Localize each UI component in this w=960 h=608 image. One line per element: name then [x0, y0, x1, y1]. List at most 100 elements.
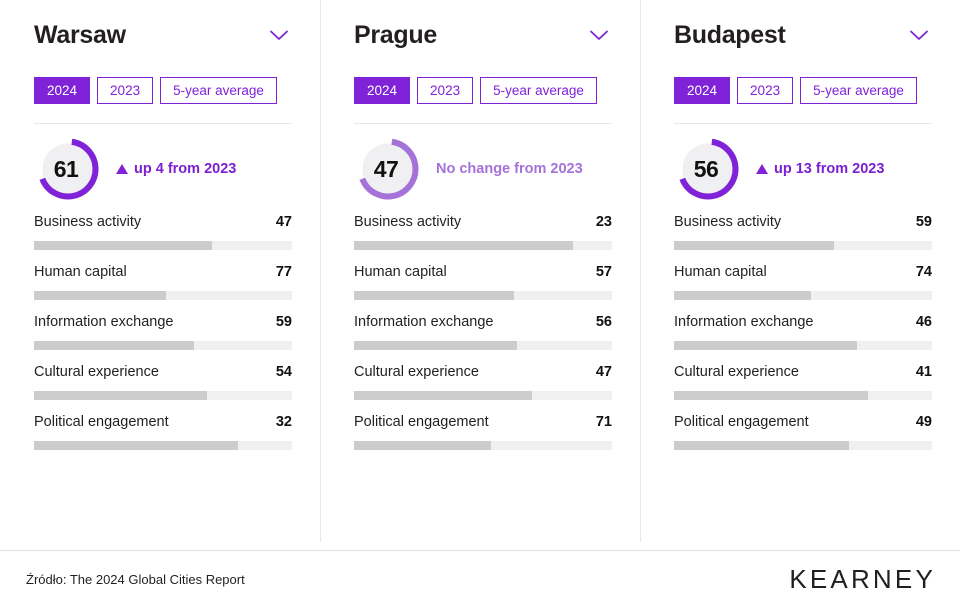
metric-label: Political engagement	[354, 414, 489, 430]
metric-value: 59	[916, 214, 932, 230]
overall-score-row: 56 up 13 from 2023	[674, 126, 932, 212]
metric-value: 41	[916, 364, 932, 380]
city-columns: Warsaw 2024 2023 5-year average 61up 4 from …	[0, 0, 960, 550]
metric-label: Information exchange	[354, 314, 493, 330]
global-cities-dashboard: Warsaw 2024 2023 5-year average 61up 4 from …	[0, 0, 960, 608]
metric-bar-fill	[354, 291, 514, 300]
metric-label: Information exchange	[34, 314, 173, 330]
kearney-logo: KEARNEY	[789, 564, 936, 595]
toggle-2024[interactable]: 2024	[34, 77, 90, 104]
metric-label: Cultural experience	[674, 364, 799, 380]
metric-value: 23	[596, 214, 612, 230]
metric-row-information-exchange: Information exchange46	[674, 314, 932, 350]
footer: Źródło: The 2024 Global Cities Report KE…	[0, 550, 960, 608]
metric-bar-track	[674, 341, 932, 350]
score-change-text: up 4 from 2023	[134, 161, 236, 177]
score-value: 56	[674, 135, 742, 203]
metric-row-cultural-experience: Cultural experience47	[354, 364, 612, 400]
metric-value: 54	[276, 364, 292, 380]
metric-header: Business activity47	[34, 214, 292, 230]
toggle-2023[interactable]: 2023	[97, 77, 153, 104]
header-divider	[34, 123, 292, 124]
metric-header: Political engagement32	[34, 414, 292, 430]
metric-row-political-engagement: Political engagement 71	[354, 414, 612, 450]
toggle-5-year-average[interactable]: 5-year average	[160, 77, 277, 104]
metric-bar-track	[354, 441, 612, 450]
metric-bar-track	[354, 241, 612, 250]
toggle-5-year-average[interactable]: 5-year average	[480, 77, 597, 104]
metric-bar-track	[674, 441, 932, 450]
city-column-warsaw: Warsaw 2024 2023 5-year average 61up 4 from …	[0, 0, 320, 550]
metric-value: 77	[276, 264, 292, 280]
city-column-budapest: Budapest 2024 2023 5-year average 56 up 13 fr…	[640, 0, 960, 550]
score-value: 47	[354, 135, 422, 203]
metric-bar-fill	[34, 391, 207, 400]
metric-row-information-exchange: Information exchange 56	[354, 314, 612, 350]
metric-bar-fill	[34, 341, 194, 350]
metric-header: Information exchange59	[34, 314, 292, 330]
metric-row-business-activity: Business activity47	[34, 214, 292, 250]
year-toggle-group: 2024 2023 5-year average	[34, 77, 292, 104]
metric-row-cultural-experience: Cultural experience 41	[674, 364, 932, 400]
metric-bar-track	[34, 341, 292, 350]
metric-header: Business activity 59	[674, 214, 932, 230]
score-change-text: up 13 from 2023	[774, 161, 884, 177]
metric-value: 47	[596, 364, 612, 380]
metric-header: Political engagement 49	[674, 414, 932, 430]
score-change-label: up 4 from 2023	[116, 161, 236, 177]
metric-header: Cultural experience54	[34, 364, 292, 380]
metric-row-business-activity: Business activity 59	[674, 214, 932, 250]
metric-label: Information exchange	[674, 314, 813, 330]
city-name: Budapest	[674, 23, 786, 48]
metric-value: 49	[916, 414, 932, 430]
metric-label: Business activity	[674, 214, 781, 230]
metric-header: Political engagement 71	[354, 414, 612, 430]
metric-label: Human capital	[34, 264, 127, 280]
score-change-label: No change from 2023	[436, 161, 583, 177]
metric-row-human-capital: Human capital 77	[34, 264, 292, 300]
metric-value: 56	[596, 314, 612, 330]
metric-bar-track	[34, 441, 292, 450]
metric-bar-fill	[674, 291, 811, 300]
metric-row-political-engagement: Political engagement 49	[674, 414, 932, 450]
metric-row-political-engagement: Political engagement32	[34, 414, 292, 450]
toggle-2023[interactable]: 2023	[737, 77, 793, 104]
metric-bar-track	[674, 391, 932, 400]
toggle-2023[interactable]: 2023	[417, 77, 473, 104]
chevron-down-icon[interactable]	[266, 22, 292, 48]
year-toggle-group: 2024 2023 5-year average	[674, 77, 932, 104]
metric-bar-fill	[674, 441, 849, 450]
toggle-5-year-average[interactable]: 5-year average	[800, 77, 917, 104]
chevron-down-icon[interactable]	[906, 22, 932, 48]
metric-list: Business activity23Human capital57Inform…	[354, 214, 612, 450]
metric-label: Political engagement	[674, 414, 809, 430]
toggle-2024[interactable]: 2024	[674, 77, 730, 104]
chevron-down-icon[interactable]	[586, 22, 612, 48]
year-toggle-group: 2024 2023 5-year average	[354, 77, 612, 104]
metric-label: Human capital	[674, 264, 767, 280]
metric-value: 47	[276, 214, 292, 230]
metric-row-information-exchange: Information exchange59	[34, 314, 292, 350]
toggle-2024[interactable]: 2024	[354, 77, 410, 104]
metric-bar-track	[34, 291, 292, 300]
metric-row-human-capital: Human capital 74	[674, 264, 932, 300]
up-triangle-icon	[756, 164, 768, 174]
city-header: Warsaw	[34, 12, 292, 58]
metric-bar-track	[354, 291, 612, 300]
metric-value: 71	[596, 414, 612, 430]
overall-score-row: 61up 4 from 2023	[34, 126, 292, 212]
metric-bar-fill	[34, 241, 212, 250]
metric-header: Human capital 77	[34, 264, 292, 280]
metric-bar-fill	[674, 341, 857, 350]
metric-list: Business activity 59 Human capital 74 Inform…	[674, 214, 932, 450]
metric-value: 32	[276, 414, 292, 430]
score-donut: 56	[674, 135, 742, 203]
metric-header: Business activity23	[354, 214, 612, 230]
header-divider	[354, 123, 612, 124]
city-column-prague: Prague202420235-year average47No change …	[320, 0, 640, 550]
metric-row-cultural-experience: Cultural experience54	[34, 364, 292, 400]
metric-value: 74	[916, 264, 932, 280]
up-triangle-icon	[116, 164, 128, 174]
metric-bar-track	[34, 241, 292, 250]
metric-header: Information exchange 56	[354, 314, 612, 330]
